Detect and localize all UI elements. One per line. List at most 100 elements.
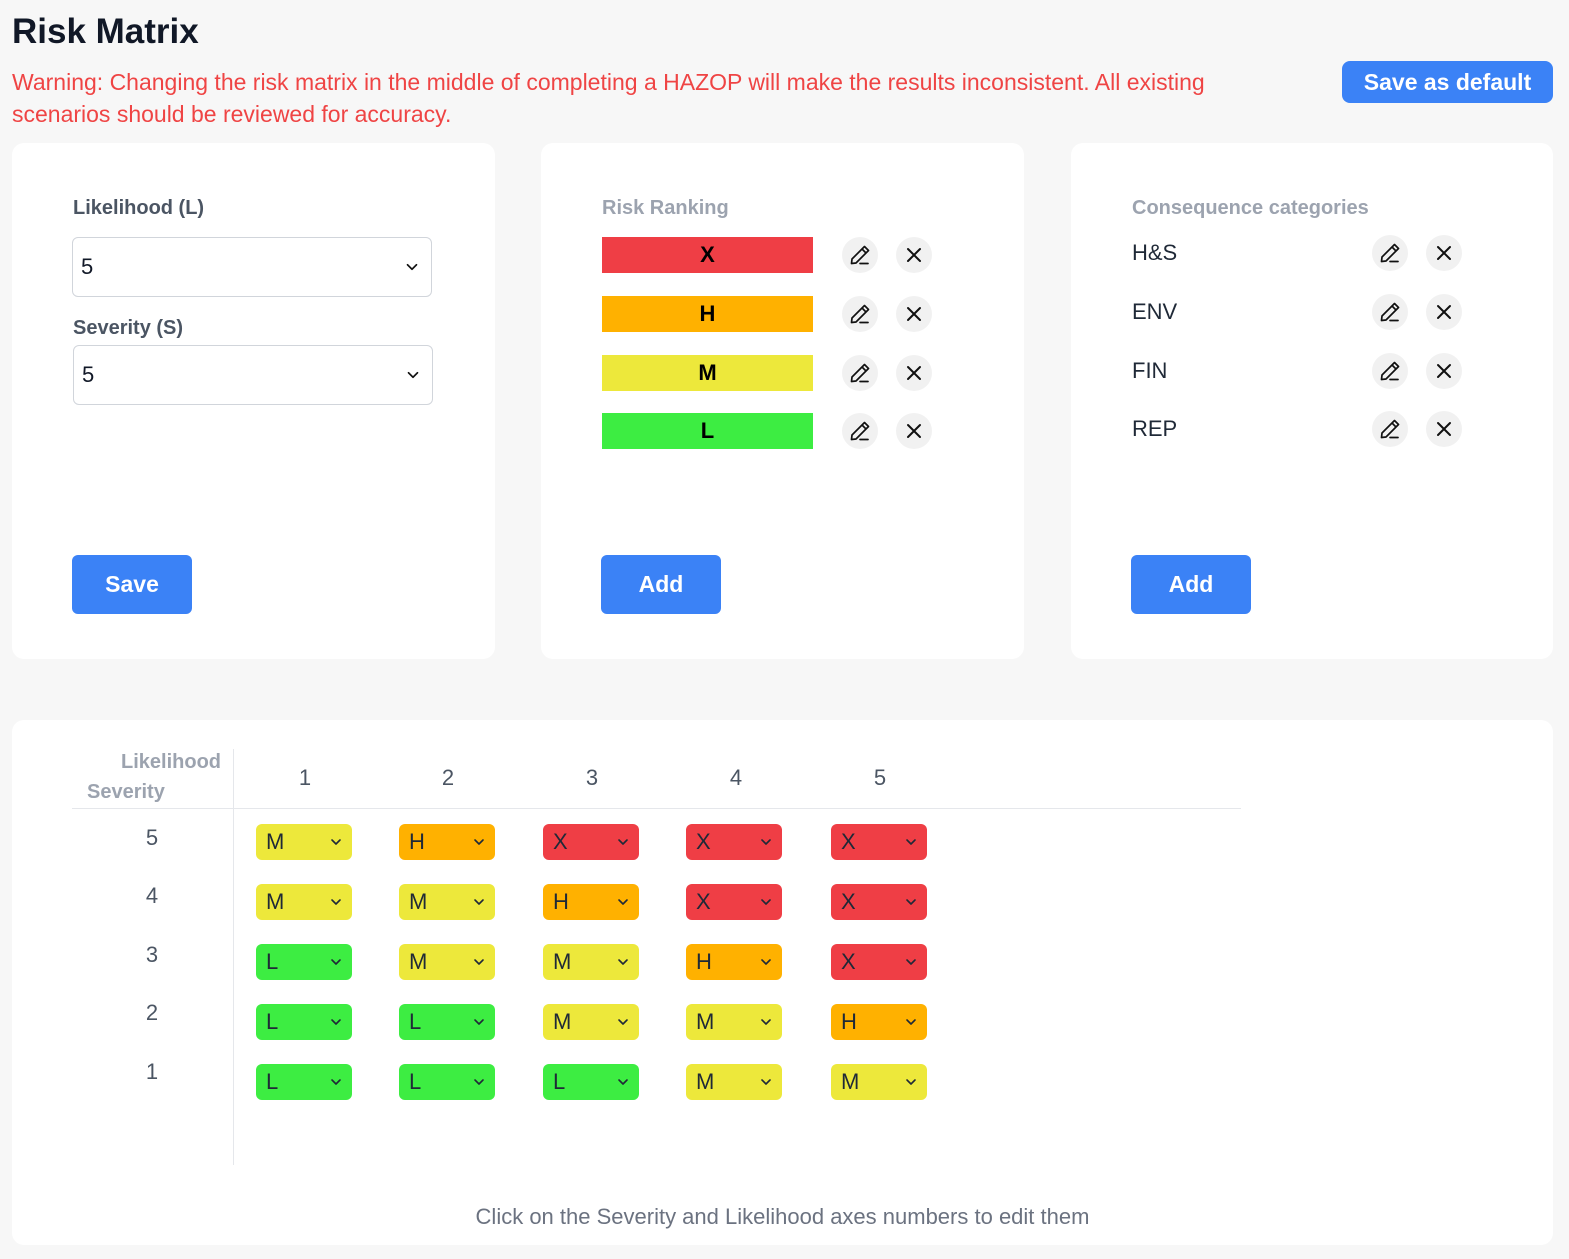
matrix-cell-select[interactable]: X <box>686 824 782 860</box>
chevron-down-icon <box>328 954 344 970</box>
chevron-down-icon <box>615 954 631 970</box>
matrix-cell-select[interactable]: X <box>831 824 927 860</box>
matrix-cell-value: X <box>696 889 711 914</box>
matrix-cell-value: X <box>696 829 711 854</box>
chevron-down-icon <box>758 894 774 910</box>
consequence-delete-button[interactable] <box>1426 411 1462 447</box>
likelihood-select[interactable]: 5 <box>72 237 432 297</box>
matrix-cell-value: L <box>553 1069 566 1094</box>
risk-ranking-delete-button[interactable] <box>896 237 932 273</box>
risk-ranking-delete-button[interactable] <box>896 413 932 449</box>
close-icon <box>902 302 926 326</box>
risk-ranking-badge: L <box>602 413 813 449</box>
chevron-down-icon <box>615 834 631 850</box>
likelihood-axis-value[interactable]: 1 <box>285 765 325 791</box>
chevron-down-icon <box>328 1074 344 1090</box>
pencil-icon <box>1378 359 1402 383</box>
chevron-down-icon <box>903 1014 919 1030</box>
matrix-cell-select[interactable]: M <box>256 824 352 860</box>
chevron-down-icon <box>328 1014 344 1030</box>
matrix-cell-select[interactable]: M <box>399 884 495 920</box>
matrix-cell-value: M <box>841 1069 860 1094</box>
risk-matrix-card: Likelihood Severity 1234554321M H X X X … <box>12 720 1553 1245</box>
consequence-row: FIN <box>1132 353 1472 389</box>
matrix-cell-select[interactable]: L <box>256 1064 352 1100</box>
severity-axis-value[interactable]: 5 <box>132 825 172 851</box>
matrix-cell-select[interactable]: M <box>256 884 352 920</box>
risk-ranking-delete-button[interactable] <box>896 355 932 391</box>
save-as-default-button[interactable]: Save as default <box>1342 61 1553 103</box>
matrix-cell-select[interactable]: M <box>831 1064 927 1100</box>
matrix-cell-select[interactable]: M <box>686 1064 782 1100</box>
matrix-cell-select[interactable]: H <box>686 944 782 980</box>
risk-ranking-edit-button[interactable] <box>842 355 878 391</box>
risk-ranking-delete-button[interactable] <box>896 296 932 332</box>
severity-axis-value[interactable]: 3 <box>132 942 172 968</box>
matrix-cell-select[interactable]: X <box>831 884 927 920</box>
matrix-cell-select[interactable]: M <box>686 1004 782 1040</box>
severity-axis-label: Severity <box>87 781 165 803</box>
risk-ranking-badge: H <box>602 296 813 332</box>
risk-ranking-row: M <box>602 355 932 391</box>
matrix-cell-value: X <box>841 949 856 974</box>
severity-select[interactable]: 5 <box>73 345 433 405</box>
matrix-cell-value: L <box>409 1069 422 1094</box>
chevron-down-icon <box>471 954 487 970</box>
chevron-down-icon <box>903 894 919 910</box>
matrix-cell-select[interactable]: M <box>543 1004 639 1040</box>
matrix-cell-select[interactable]: M <box>543 944 639 980</box>
likelihood-label: Likelihood (L) <box>73 197 205 219</box>
chevron-down-icon <box>615 1014 631 1030</box>
consequence-edit-button[interactable] <box>1372 353 1408 389</box>
consequence-delete-button[interactable] <box>1426 353 1462 389</box>
matrix-cell-select[interactable]: L <box>256 944 352 980</box>
close-icon <box>902 361 926 385</box>
risk-ranking-badge: M <box>602 355 813 391</box>
matrix-cell-select[interactable]: L <box>399 1064 495 1100</box>
chevron-down-icon <box>328 834 344 850</box>
severity-axis-value[interactable]: 2 <box>132 1000 172 1026</box>
likelihood-axis-value[interactable]: 5 <box>860 765 900 791</box>
warning-message: Warning: Changing the risk matrix in the… <box>12 69 1205 127</box>
matrix-cell-select[interactable]: M <box>399 944 495 980</box>
matrix-cell-select[interactable]: H <box>543 884 639 920</box>
add-risk-ranking-button[interactable]: Add <box>601 555 721 614</box>
severity-axis-value[interactable]: 1 <box>132 1059 172 1085</box>
consequence-delete-button[interactable] <box>1426 294 1462 330</box>
likelihood-axis-value[interactable]: 3 <box>572 765 612 791</box>
matrix-cell-value: M <box>553 949 572 974</box>
matrix-cell-select[interactable]: X <box>543 824 639 860</box>
save-button[interactable]: Save <box>72 555 192 614</box>
consequence-edit-button[interactable] <box>1372 411 1408 447</box>
consequence-name: H&S <box>1132 240 1178 265</box>
pencil-icon <box>1378 417 1402 441</box>
matrix-cell-select[interactable]: X <box>686 884 782 920</box>
matrix-cell-select[interactable]: L <box>543 1064 639 1100</box>
risk-ranking-edit-button[interactable] <box>842 296 878 332</box>
matrix-cell-select[interactable]: L <box>256 1004 352 1040</box>
pencil-icon <box>1378 300 1402 324</box>
chevron-down-icon <box>471 1014 487 1030</box>
matrix-cell-value: M <box>553 1009 572 1034</box>
close-icon <box>1432 300 1456 324</box>
likelihood-axis-value[interactable]: 2 <box>428 765 468 791</box>
severity-axis-value[interactable]: 4 <box>132 883 172 909</box>
matrix-cell-select[interactable]: H <box>399 824 495 860</box>
risk-ranking-edit-button[interactable] <box>842 413 878 449</box>
matrix-cell-select[interactable]: X <box>831 944 927 980</box>
chevron-down-icon <box>903 834 919 850</box>
risk-ranking-edit-button[interactable] <box>842 237 878 273</box>
matrix-cell-select[interactable]: L <box>399 1004 495 1040</box>
matrix-dimensions-card: Likelihood (L) 5 Severity (S) 5 Save <box>12 143 495 659</box>
risk-ranking-card: Risk Ranking X H M L Add <box>541 143 1024 659</box>
consequence-edit-button[interactable] <box>1372 294 1408 330</box>
consequence-edit-button[interactable] <box>1372 235 1408 271</box>
matrix-cell-value: M <box>409 949 428 974</box>
likelihood-axis-value[interactable]: 4 <box>716 765 756 791</box>
consequence-row: H&S <box>1132 235 1472 271</box>
matrix-cell-select[interactable]: H <box>831 1004 927 1040</box>
matrix-cell-value: H <box>553 889 569 914</box>
consequence-delete-button[interactable] <box>1426 235 1462 271</box>
add-consequence-button[interactable]: Add <box>1131 555 1251 614</box>
severity-label: Severity (S) <box>73 317 184 339</box>
